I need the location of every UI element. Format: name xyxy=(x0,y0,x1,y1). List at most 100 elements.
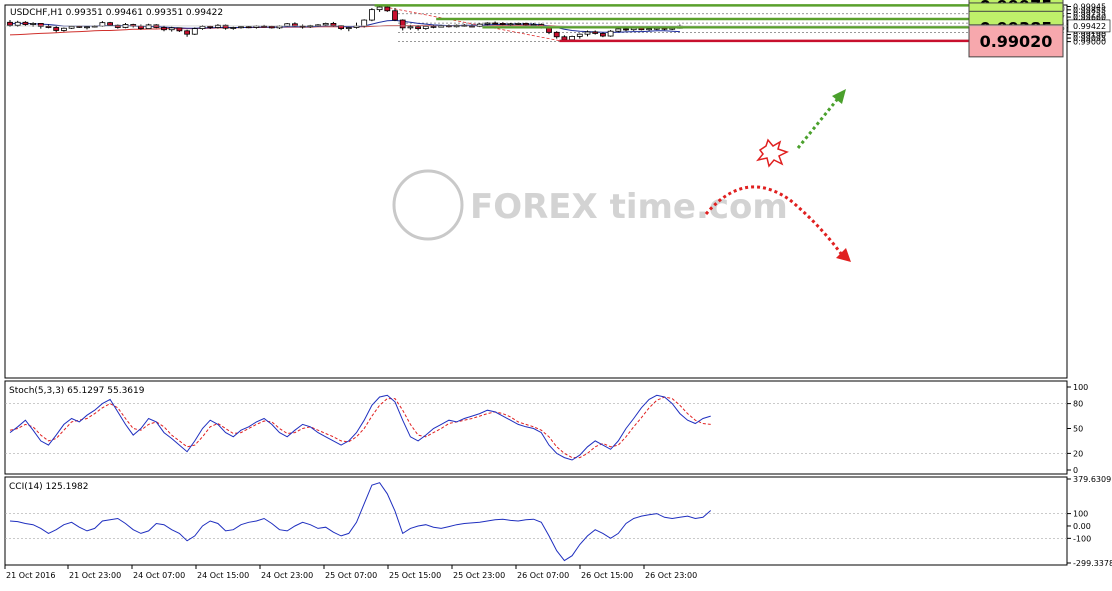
candle-body xyxy=(276,25,283,29)
stoch-tick-label: 0 xyxy=(1073,466,1078,475)
level-label: 0.99020 xyxy=(980,32,1053,51)
stoch-tick-label: 20 xyxy=(1073,449,1083,458)
candle-body xyxy=(61,27,67,31)
candle-body xyxy=(45,25,52,28)
time-tick-label: 25 Oct 15:00 xyxy=(389,571,441,580)
candle-body xyxy=(14,21,21,26)
candle-body xyxy=(392,10,398,21)
cci-tick-label: 379.6309 xyxy=(1073,475,1111,484)
candle-body xyxy=(238,26,244,29)
candle xyxy=(607,30,614,37)
candle-body xyxy=(561,36,568,41)
candle-body xyxy=(515,22,522,25)
candle-body xyxy=(53,27,60,31)
candle-body xyxy=(161,27,167,31)
candle-body xyxy=(615,28,622,32)
candle-body xyxy=(107,22,113,26)
candle-body xyxy=(245,26,252,29)
candle-body xyxy=(137,25,144,30)
candle-body xyxy=(76,25,83,28)
candle-body xyxy=(114,24,121,28)
candle xyxy=(384,5,391,12)
candle-body xyxy=(607,30,614,37)
candle-body xyxy=(168,27,175,31)
cci-tick-label: 100 xyxy=(1073,510,1088,519)
stoch-tick-label: 100 xyxy=(1073,383,1088,392)
candle-body xyxy=(399,19,406,29)
symbol-header: USDCHF,H1 0.99351 0.99461 0.99351 0.9942… xyxy=(10,8,223,18)
current-price-label: 0.99422 xyxy=(1073,22,1106,31)
candle-body xyxy=(646,28,652,31)
candle-body xyxy=(22,21,29,25)
candle-body xyxy=(322,22,329,26)
candle-body xyxy=(492,22,499,25)
candle-body xyxy=(499,22,506,25)
cci-tick-label: -299.3378 xyxy=(1073,559,1112,568)
candle xyxy=(368,8,375,22)
candle-body xyxy=(523,22,529,26)
time-tick-label: 26 Oct 07:00 xyxy=(517,571,569,580)
candle-body xyxy=(569,36,575,41)
candle-body xyxy=(384,6,391,12)
candle-body xyxy=(207,25,214,28)
candle-body xyxy=(214,24,221,28)
candle-body xyxy=(415,26,422,30)
candle-body xyxy=(330,22,337,27)
candle-body xyxy=(430,25,437,28)
candle-body xyxy=(576,33,583,37)
chart-svg[interactable]: FOREX time.com 76.4 0.9975050.0 0.994972… xyxy=(0,0,1112,588)
candle-body xyxy=(507,23,514,26)
candle-body xyxy=(600,33,606,37)
stoch-tick-label: 80 xyxy=(1073,400,1083,409)
candle-body xyxy=(623,28,629,31)
candle xyxy=(145,23,152,30)
time-tick-label: 26 Oct 23:00 xyxy=(645,571,697,580)
candle-body xyxy=(145,24,152,30)
cci-tick-label: -100 xyxy=(1073,534,1091,543)
candle-body xyxy=(99,22,106,27)
candle-body xyxy=(268,25,275,29)
time-tick-label: 21 Oct 23:00 xyxy=(69,571,121,580)
candle-body xyxy=(484,22,491,25)
candle xyxy=(322,22,329,26)
candle-body xyxy=(530,24,537,26)
candle-body xyxy=(361,19,368,27)
time-tick-label: 25 Oct 07:00 xyxy=(325,571,377,580)
time-tick-label: 24 Oct 23:00 xyxy=(261,571,313,580)
time-tick-label: 26 Oct 15:00 xyxy=(581,571,633,580)
candle-body xyxy=(553,31,560,38)
candle-body xyxy=(7,21,13,26)
stoch-title: Stoch(5,3,3) 65.1297 55.3619 xyxy=(9,386,145,396)
candle-body xyxy=(68,25,75,29)
time-tick-label: 21 Oct 2016 xyxy=(6,571,55,580)
candle-body xyxy=(199,25,206,30)
candle-body xyxy=(345,27,352,30)
candle-body xyxy=(191,28,198,35)
candle-body xyxy=(376,6,383,11)
candle-body xyxy=(368,9,375,21)
candle-body xyxy=(30,22,37,25)
candle-body xyxy=(176,27,183,32)
candle xyxy=(107,21,113,27)
candle xyxy=(523,22,529,26)
candle xyxy=(476,23,483,28)
time-tick-label: 24 Oct 15:00 xyxy=(197,571,249,580)
stoch-tick-label: 50 xyxy=(1073,425,1083,434)
watermark-text: FOREX time.com xyxy=(470,187,788,227)
candle-body xyxy=(84,26,90,29)
cci-panel xyxy=(4,476,1068,566)
cci-title: CCI(14) 125.1982 xyxy=(9,482,89,492)
cci-tick-label: 0.00 xyxy=(1073,522,1091,531)
chart-root: FOREX time.com 76.4 0.9975050.0 0.994972… xyxy=(0,0,1112,588)
time-tick-label: 24 Oct 07:00 xyxy=(133,571,185,580)
candle-body xyxy=(592,31,599,34)
candle-body xyxy=(184,30,191,35)
candle-body xyxy=(584,31,591,35)
time-tick-label: 25 Oct 23:00 xyxy=(453,571,505,580)
price-tick-label: 0.99000 xyxy=(1073,38,1106,47)
candle-body xyxy=(422,25,429,30)
candle-body xyxy=(230,27,237,29)
candle-body xyxy=(407,26,414,29)
candle xyxy=(361,19,368,28)
candle xyxy=(191,27,198,35)
